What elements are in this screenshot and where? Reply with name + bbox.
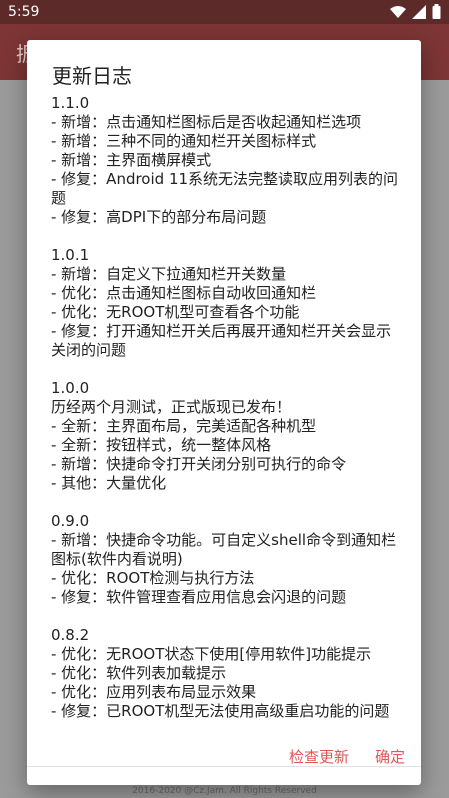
release-line: - 优化：应用列表布局显示效果 [51,683,257,701]
release-line: - 修复：打开通知栏开关后再展开通知栏开关会显示关闭的问题 [51,322,392,359]
release-line: - 优化：点击通知栏图标自动收回通知栏 [51,284,317,302]
release-line: - 新增：主界面横屏模式 [51,151,212,169]
battery-icon [432,4,441,19]
release-line: - 优化：无ROOT机型可查看各个功能 [51,303,300,321]
check-update-button[interactable]: 检查更新 [289,746,349,767]
release-line: - 修复：Android 11系统无法完整读取应用列表的问题 [51,170,399,207]
release-line: - 新增：点击通知栏图标后是否收起通知栏选项 [51,113,362,131]
release-line: - 全新：主界面布局，完美适配各种机型 [51,417,317,435]
copyright-footer: 2016-2020 @Cz.Jam. All Rights Reserved [132,786,317,796]
release-line: - 优化：软件列表加载提示 [51,664,227,682]
release-line: - 新增：快捷命令功能。可自定义shell命令到通知栏图标(软件内看说明) [51,531,397,568]
changelog-content[interactable]: 1.1.0 - 新增：点击通知栏图标后是否收起通知栏选项 - 新增：三种不同的通… [51,94,401,766]
release-line: 历经两个月测试，正式版现已发布！ [51,398,292,416]
release-version: 1.0.0 [51,379,90,397]
release-line: - 新增：快捷命令打开关闭分别可执行的命令 [51,455,347,473]
confirm-button[interactable]: 确定 [375,746,405,767]
release-1-0-0: 1.0.0 历经两个月测试，正式版现已发布！ - 全新：主界面布局，完美适配各种… [51,379,401,493]
release-line: - 优化：无ROOT状态下使用[停用软件]功能提示 [51,645,372,663]
changelog-dialog: 更新日志 1.1.0 - 新增：点击通知栏图标后是否收起通知栏选项 - 新增：三… [27,40,421,785]
release-line: - 新增：自定义下拉通知栏开关数量 [51,265,287,283]
release-line: - 全新：按钮样式，统一整体风格 [51,436,272,454]
release-line: - 新增：三种不同的通知栏开关图标样式 [51,132,317,150]
release-version: 0.9.0 [51,512,90,530]
status-bar: 5:59 [0,0,449,24]
dialog-title: 更新日志 [52,64,132,88]
release-1-0-1: 1.0.1 - 新增：自定义下拉通知栏开关数量 - 优化：点击通知栏图标自动收回… [51,246,401,360]
release-line: - 优化：ROOT检测与执行方法 [51,569,255,587]
release-line: - 修复：高DPI下的部分布局问题 [51,208,267,226]
dialog-actions: 检查更新 确定 [289,746,405,767]
signal-icon [412,4,426,19]
status-time: 5:59 [8,4,40,20]
release-line: - 修复：软件管理查看应用信息会闪退的问题 [51,588,347,606]
release-0-9-0: 0.9.0 - 新增：快捷命令功能。可自定义shell命令到通知栏图标(软件内看… [51,512,401,607]
release-0-8-2: 0.8.2 - 优化：无ROOT状态下使用[停用软件]功能提示 - 优化：软件列… [51,626,401,721]
status-icons [390,4,441,19]
release-version: 1.1.0 [51,94,90,112]
release-line: - 其他：大量优化 [51,474,167,492]
release-version: 0.8.2 [51,626,90,644]
release-line: - 修复：已ROOT机型无法使用高级重启功能的问题 [51,702,390,720]
wifi-icon [390,5,406,18]
release-version: 1.0.1 [51,246,90,264]
release-1-1-0: 1.1.0 - 新增：点击通知栏图标后是否收起通知栏选项 - 新增：三种不同的通… [51,94,401,227]
